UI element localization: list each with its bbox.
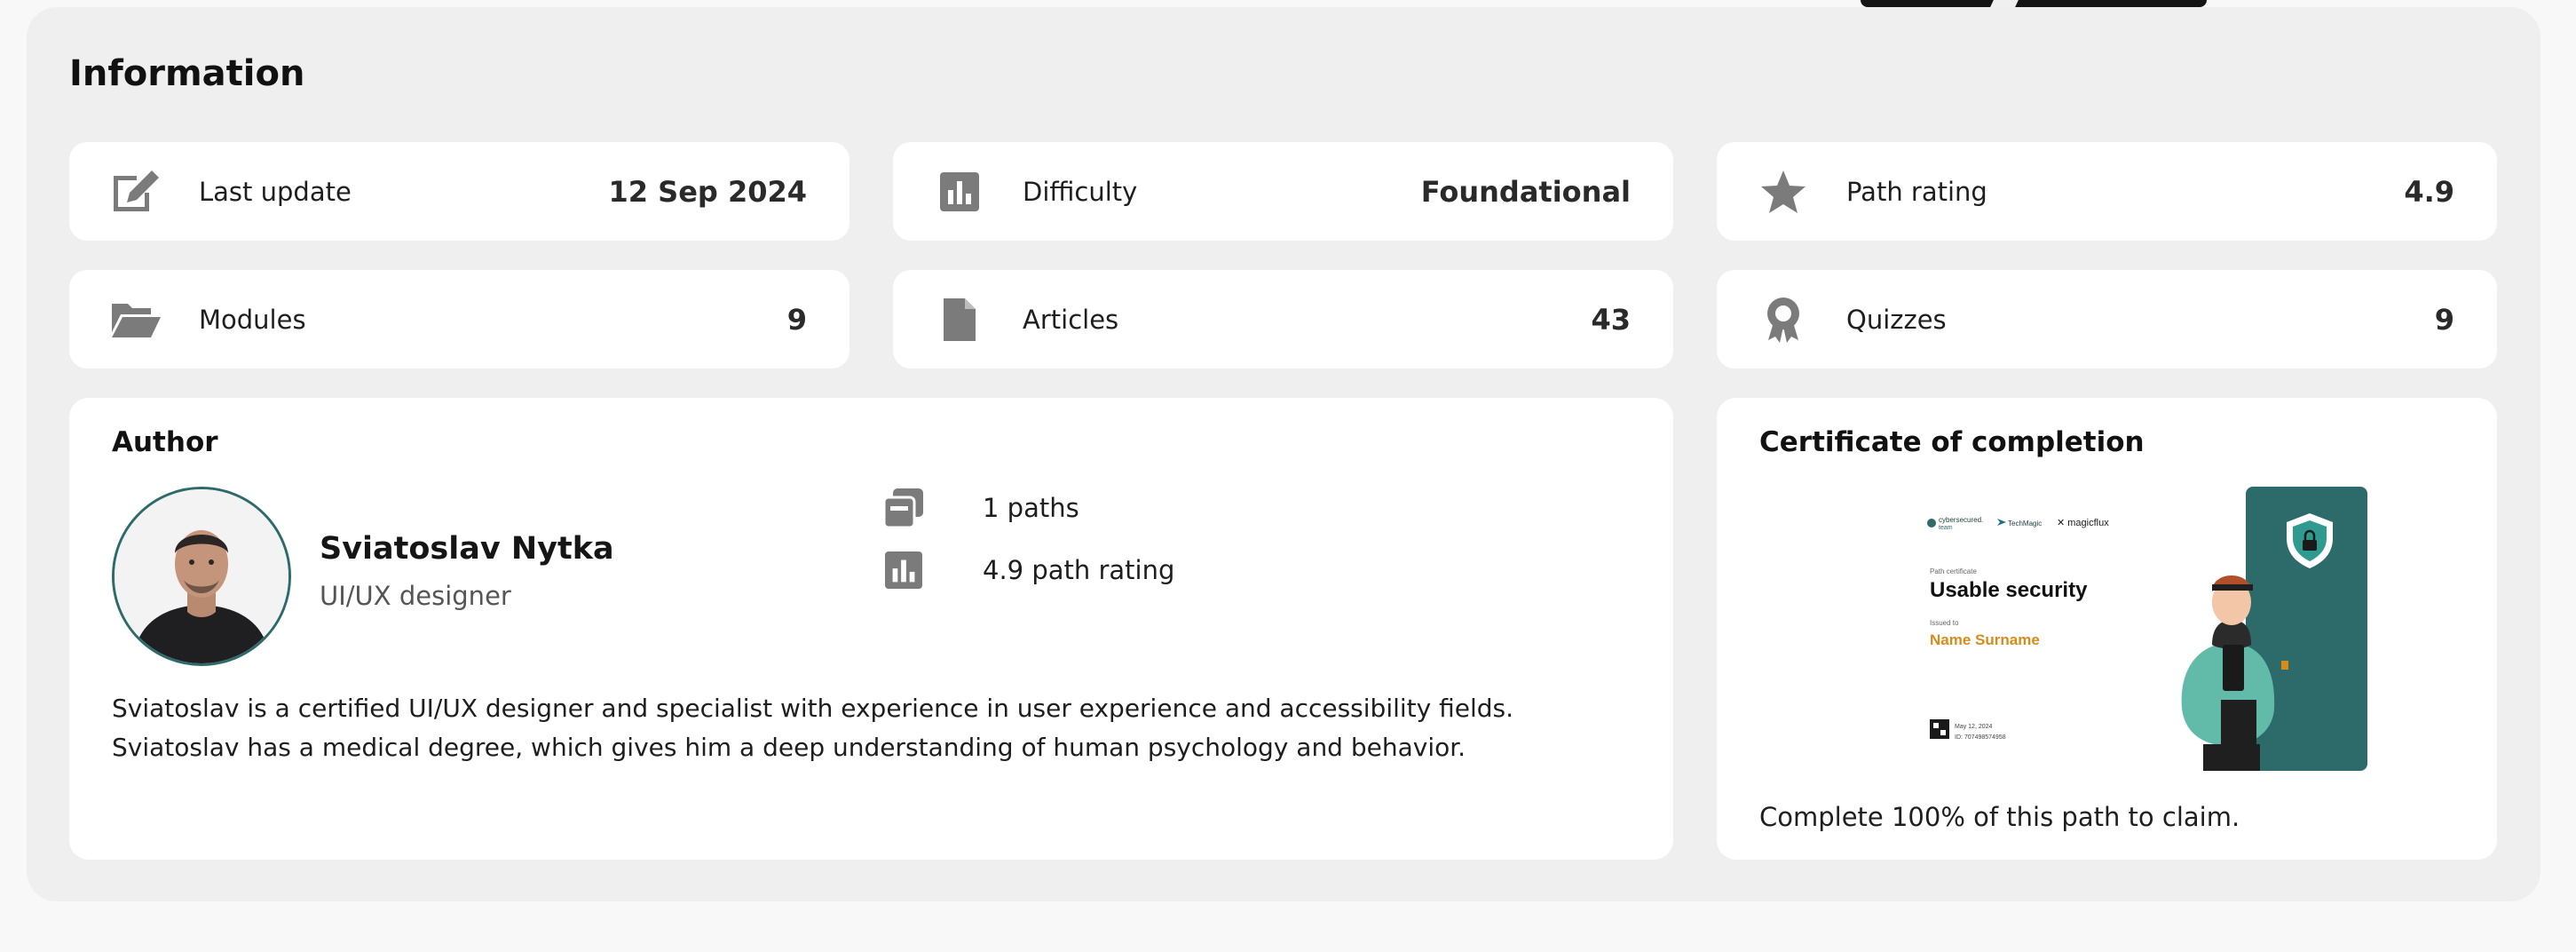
stat-label: Difficulty (1023, 176, 1138, 207)
stat-label: Path rating (1846, 176, 1987, 207)
bar-chart-icon (882, 549, 925, 591)
edit-icon (110, 166, 162, 218)
author-name: Sviatoslav Nytka (320, 531, 614, 567)
author-card: Author Sviatoslav Nytka UI/UX designer 1… (69, 398, 1673, 860)
certificate-title: Certificate of completion (1759, 426, 2145, 458)
author-path-rating: 4.9 path rating (983, 555, 1175, 585)
cert-kicker: Path certificate (1930, 567, 1977, 575)
stat-card-difficulty: Difficulty Foundational (893, 142, 1673, 241)
cert-logo-3: ✕ magicflux (2057, 518, 2109, 528)
stat-card-modules: Modules 9 (69, 270, 849, 369)
copy-icon (882, 487, 925, 529)
stat-card-last-update: Last update 12 Sep 2024 (69, 142, 849, 241)
bar-chart-icon (934, 166, 985, 218)
author-bio: Sviatoslav is a certified UI/UX designer… (112, 694, 1514, 762)
cert-logo-2: TechMagic (2008, 520, 2042, 528)
cert-date: May 12, 2024 (1955, 724, 1993, 730)
stat-value: 43 (1591, 302, 1631, 337)
stat-value: 9 (2434, 302, 2454, 337)
stat-label: Articles (1023, 304, 1119, 335)
cert-logo-1: cybersecured. (1939, 516, 1983, 524)
stat-value: 9 (786, 302, 807, 337)
stat-label: Quizzes (1846, 304, 1947, 335)
section-title: Information (69, 53, 305, 94)
certificate-card: Certificate of completion cybersecured. … (1717, 398, 2497, 860)
cert-id: ID: 707498574958 (1955, 734, 2006, 741)
folder-open-icon (110, 294, 162, 345)
information-panel: Information Last update 12 Sep 2024 Diff… (27, 7, 2540, 901)
author-paths-stat: 1 paths (882, 487, 1079, 529)
stat-card-quizzes: Quizzes 9 (1717, 270, 2497, 369)
stat-value: 4.9 (2404, 174, 2454, 209)
stat-label: Modules (199, 304, 306, 335)
certificate-caption: Complete 100% of this path to claim. (1759, 802, 2240, 832)
stat-card-articles: Articles 43 (893, 270, 1673, 369)
certificate-preview-image: cybersecured. team TechMagic ✕ magicflux… (1919, 487, 2367, 771)
stat-card-path-rating: Path rating 4.9 (1717, 142, 2497, 241)
author-role: UI/UX designer (320, 581, 511, 611)
cert-heading: Usable security (1930, 578, 2088, 602)
author-paths-count: 1 paths (983, 493, 1079, 523)
avatar (112, 487, 291, 666)
stat-label: Last update (199, 176, 352, 207)
svg-text:team: team (1939, 525, 1953, 531)
stat-value: Foundational (1420, 174, 1631, 209)
file-icon (934, 294, 985, 345)
author-rating-stat: 4.9 path rating (882, 549, 1174, 591)
star-icon (1758, 166, 1809, 218)
cert-issued-label: Issued to (1930, 619, 1959, 627)
author-card-title: Author (112, 426, 218, 458)
top-tab-decoration (1861, 0, 2207, 7)
stat-value: 12 Sep 2024 (608, 174, 807, 209)
award-icon (1758, 294, 1809, 345)
cert-recipient: Name Surname (1930, 631, 2040, 648)
